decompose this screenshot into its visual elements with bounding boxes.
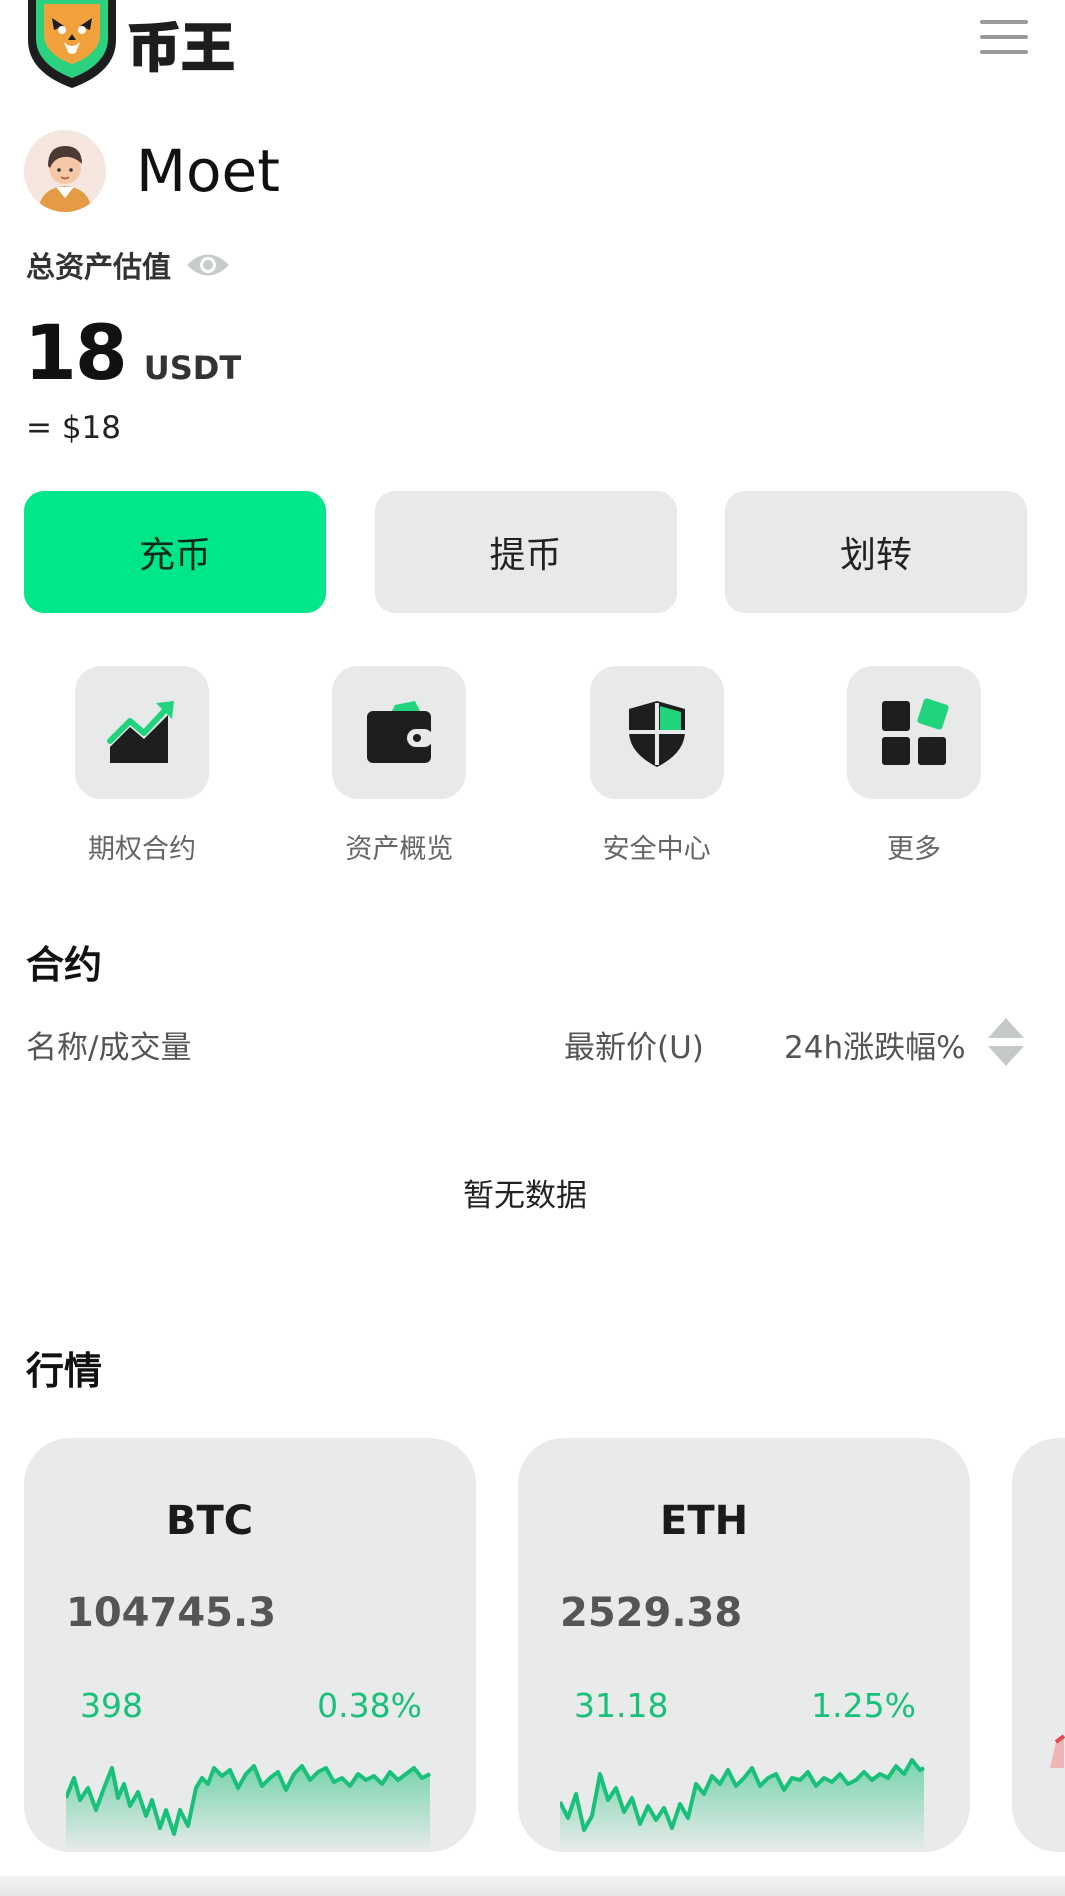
shortcut-label: 资产概览: [345, 834, 454, 865]
total-assets-text: 总资产估值: [26, 250, 172, 284]
balance-unit: USDT: [143, 349, 242, 387]
column-latest-price: 最新价(U): [564, 1030, 704, 1066]
top-bar: 币王: [0, 0, 1065, 96]
shortcut-label: 安全中心: [602, 834, 711, 865]
transfer-button[interactable]: 划转: [725, 491, 1027, 613]
username: Moet: [136, 137, 280, 205]
contracts-title: 合约: [26, 943, 103, 987]
grid-more-icon: [846, 666, 981, 799]
coin-price: 104745.3: [66, 1590, 277, 1636]
withdraw-button[interactable]: 提币: [374, 491, 677, 613]
market-card-partial[interactable]: [1012, 1438, 1065, 1852]
coin-price: 2529.38: [560, 1590, 743, 1636]
market-card-eth[interactable]: ETH 2529.38 31.18 1.25%: [518, 1438, 970, 1852]
sparkline-chart: [66, 1764, 431, 1848]
shortcut-grid: 期权合约 资产概览 安全中心 更多: [62, 666, 994, 866]
column-24h-change[interactable]: 24h涨跌幅%: [784, 1022, 966, 1067]
empty-state: 暂无数据: [463, 1178, 587, 1214]
shortcut-label: 期权合约: [88, 834, 196, 865]
sparkline-chart: [560, 1758, 925, 1848]
shortcut-options-contract[interactable]: 期权合约: [62, 666, 222, 866]
shortcut-label: 更多: [886, 834, 941, 865]
trend-chart-icon: [75, 666, 209, 799]
column-name-volume: 名称/成交量: [26, 1030, 192, 1066]
hamburger-menu-icon[interactable]: [980, 20, 1028, 60]
wallet-icon: [332, 666, 467, 799]
user-profile[interactable]: Moet: [24, 128, 280, 214]
shortcut-security-center[interactable]: 安全中心: [577, 666, 737, 866]
brand-logo[interactable]: 币王: [24, 0, 264, 90]
shield-icon: [589, 666, 724, 799]
coin-name: ETH: [660, 1498, 749, 1544]
brand-text: 币王: [126, 18, 237, 81]
total-assets-label: 总资产估值: [26, 244, 231, 286]
sparkline-chart: [1050, 1734, 1065, 1768]
eye-icon[interactable]: [185, 250, 231, 280]
balance: 18 USDT: [24, 308, 241, 397]
bottom-edge: [0, 1876, 1065, 1896]
coin-change: 31.18: [574, 1686, 669, 1725]
shortcut-more[interactable]: 更多: [834, 666, 994, 866]
coin-percent: 0.38%: [317, 1686, 422, 1725]
market-card-btc[interactable]: BTC 104745.3 398 0.38%: [24, 1438, 476, 1852]
coin-change: 398: [80, 1686, 143, 1725]
coin-name: BTC: [166, 1498, 254, 1544]
user-avatar[interactable]: [24, 130, 106, 212]
shortcut-asset-overview[interactable]: 资产概览: [319, 666, 479, 866]
action-buttons: 充币 提币 划转: [24, 491, 1027, 613]
sort-icon[interactable]: [984, 1014, 1028, 1070]
fiat-value: = $18: [26, 410, 121, 446]
market-title: 行情: [26, 1349, 103, 1393]
market-cards: BTC 104745.3 398 0.38% ETH 2529.38 31.18…: [24, 1438, 1065, 1852]
balance-amount: 18: [24, 308, 128, 397]
deposit-button[interactable]: 充币: [24, 491, 326, 613]
coin-percent: 1.25%: [811, 1686, 916, 1725]
